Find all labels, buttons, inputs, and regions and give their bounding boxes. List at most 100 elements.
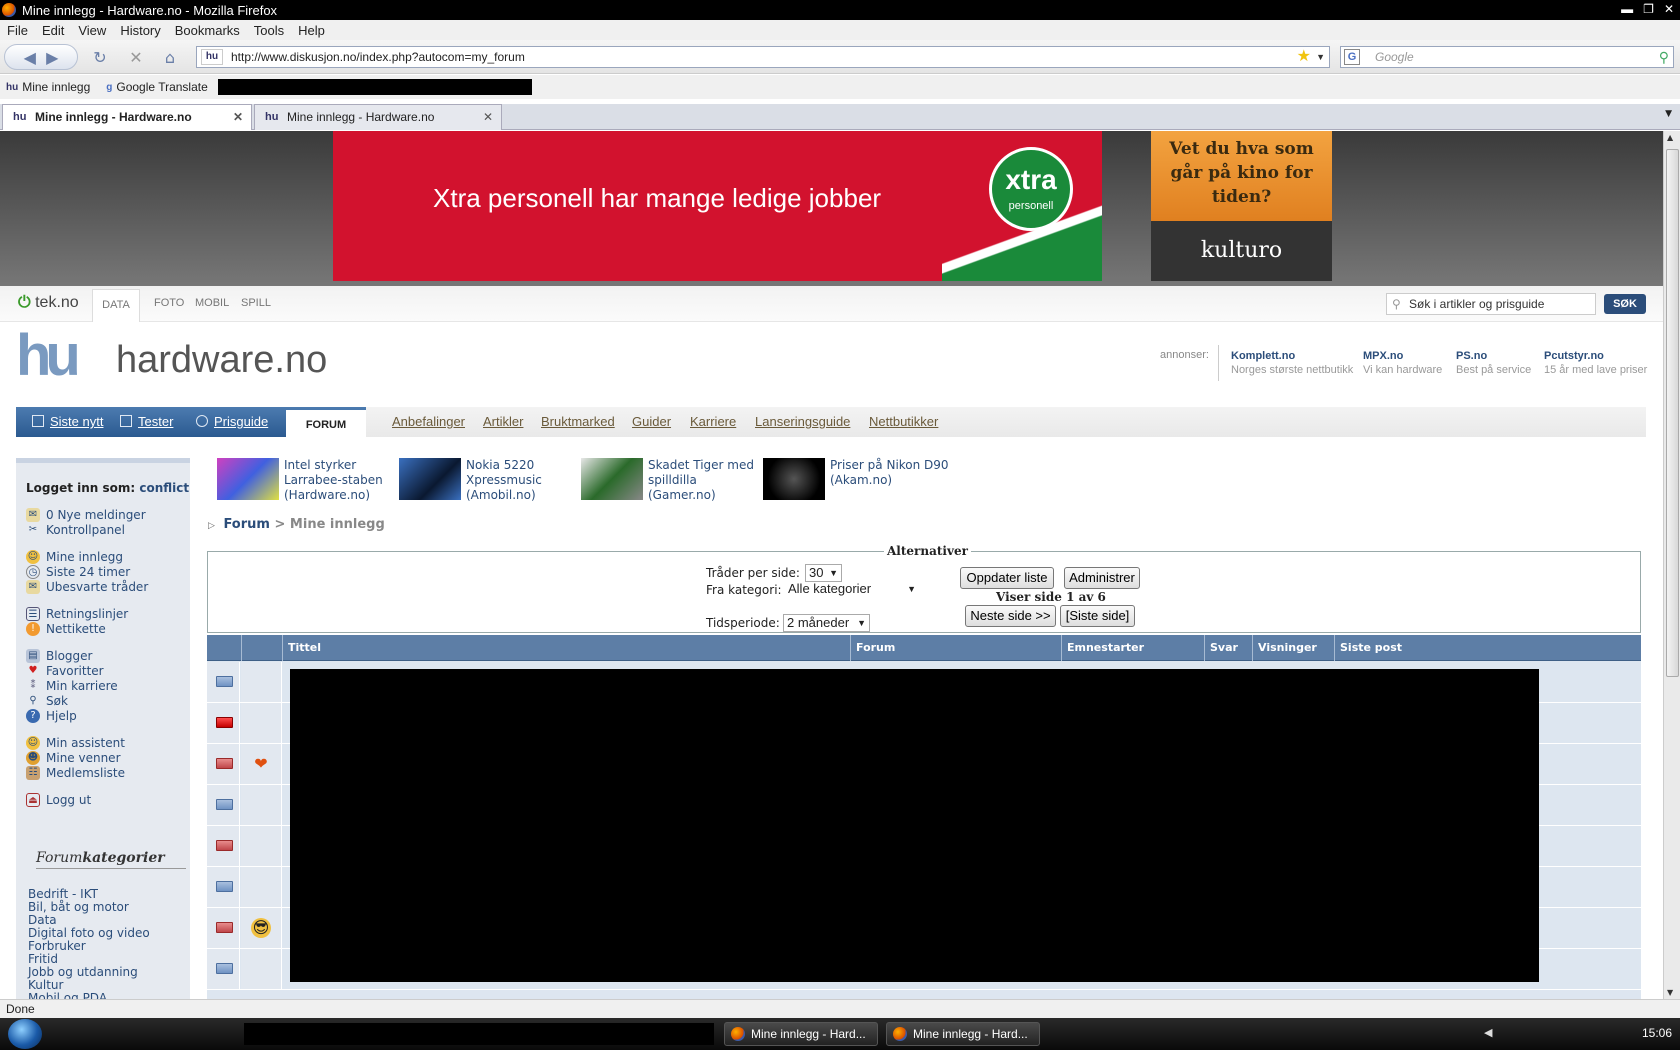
sidebar-nettikette[interactable]: ! Nettikette [26, 622, 106, 636]
subnav-karriere[interactable]: Karriere [690, 414, 736, 429]
tab-close-icon[interactable]: ✕ [233, 105, 243, 129]
category-link[interactable]: Bil, båt og motor [28, 900, 129, 914]
sidebar-kontrollpanel[interactable]: ✂ Kontrollpanel [26, 523, 125, 537]
col-views[interactable]: Visninger [1252, 635, 1334, 661]
sidebar-ubesvarte-trader[interactable]: ✉ Ubesvarte tråder [26, 580, 148, 594]
last-page-button[interactable]: [Siste side] [1060, 605, 1135, 627]
close-icon[interactable]: ✕ [1664, 2, 1674, 16]
menu-view[interactable]: View [71, 23, 113, 38]
bookmark-star-icon[interactable]: ★ [1297, 47, 1311, 67]
col-forum[interactable]: Forum [850, 635, 1061, 661]
nav-prisguide[interactable]: Prisguide [196, 414, 268, 429]
ad-kultur-banner[interactable]: Vet du hva som går på kino for tiden? ku… [1151, 131, 1332, 281]
breadcrumb-forum-link[interactable]: Forum [223, 517, 270, 532]
subnav-bruktmarked[interactable]: Bruktmarked [541, 414, 615, 429]
subnav-nettbutikker[interactable]: Nettbutikker [869, 414, 938, 429]
menu-help[interactable]: Help [291, 23, 332, 38]
subnav-guider[interactable]: Guider [632, 414, 671, 429]
section-spill[interactable]: SPILL [241, 297, 271, 309]
menu-tools[interactable]: Tools [247, 23, 291, 38]
forward-icon[interactable]: ▶ [46, 48, 58, 67]
sponsor-mpx[interactable]: MPX.no Vi kan hardware [1363, 349, 1442, 377]
category-link[interactable]: Digital foto og video [28, 926, 150, 940]
subnav-artikler[interactable]: Artikler [483, 414, 523, 429]
category-link[interactable]: Mobil og PDA [28, 991, 107, 999]
category-link[interactable]: Bedrift - IKT [28, 887, 98, 901]
category-link[interactable]: Fritid [28, 952, 58, 966]
menu-bookmarks[interactable]: Bookmarks [168, 23, 247, 38]
taskbar-item[interactable]: Mine innlegg - Hard... [724, 1022, 878, 1046]
restore-icon[interactable]: ❐ [1643, 2, 1654, 16]
sponsor-ps[interactable]: PS.no Best på service [1456, 349, 1531, 377]
ad-xtra-banner[interactable]: Xtra personell har mange ledige jobber x… [333, 131, 1102, 281]
menu-edit[interactable]: Edit [35, 23, 71, 38]
tab-close-icon[interactable]: ✕ [483, 105, 493, 129]
nav-forum-active[interactable]: FORUM [286, 410, 366, 437]
home-icon[interactable]: ⌂ [158, 45, 182, 69]
sidebar-retningslinjer[interactable]: ☰ Retningslinjer [26, 607, 128, 621]
subnav-lanseringsguide[interactable]: Lanseringsguide [755, 414, 850, 429]
col-topic-starter[interactable]: Emnestarter [1061, 635, 1204, 661]
sidebar-siste-24-timer[interactable]: ◷ Siste 24 timer [26, 565, 130, 579]
category-link[interactable]: Data [28, 913, 57, 927]
sponsor-pcutstyr[interactable]: Pcutstyr.no 15 år med lave priser [1544, 349, 1647, 377]
back-icon[interactable]: ◀ [24, 48, 36, 67]
bookmark-mine-innlegg[interactable]: hu Mine innlegg [6, 80, 90, 94]
hardware-logo[interactable]: hu hardware.no [16, 327, 327, 403]
tek-logo[interactable]: ⏻ tek.no [18, 294, 79, 312]
sidebar-hjelp[interactable]: ? Hjelp [26, 709, 77, 723]
minimize-icon[interactable]: ▬ [1621, 2, 1633, 16]
sidebar-blogger[interactable]: ▤ Blogger [26, 649, 92, 663]
threads-per-page-select[interactable]: 30 ▼ [805, 564, 842, 582]
sponsor-komplett[interactable]: Komplett.no Norges største nettbutikk [1231, 349, 1353, 377]
next-page-button[interactable]: Neste side >> [965, 605, 1056, 627]
url-bar[interactable]: hu http://www.diskusjon.no/index.php?aut… [196, 46, 1330, 68]
vertical-scrollbar[interactable]: ▲ ▼ [1663, 131, 1680, 999]
sidebar-favoritter[interactable]: ♥ Favoritter [26, 664, 104, 678]
scroll-down-icon[interactable]: ▼ [1667, 988, 1673, 997]
sidebar-mine-innlegg[interactable]: ☺ Mine innlegg [26, 550, 123, 564]
search-box[interactable]: G Google ⚲ [1340, 46, 1674, 68]
bookmark-google-translate[interactable]: g Google Translate [106, 80, 208, 94]
tab-inactive[interactable]: hu Mine innlegg - Hardware.no ✕ [254, 104, 502, 130]
section-mobil[interactable]: MOBIL [195, 297, 229, 309]
update-list-button[interactable]: Oppdater liste [960, 567, 1054, 589]
start-button[interactable] [8, 1019, 42, 1049]
sidebar-mine-venner[interactable]: ☻ Mine venner [26, 751, 121, 765]
section-foto[interactable]: FOTO [154, 297, 184, 309]
sidebar-medlemsliste[interactable]: ☷ Medlemsliste [26, 766, 125, 780]
scrollbar-thumb[interactable] [1666, 149, 1679, 677]
tab-list-icon[interactable]: ▼ [1665, 109, 1672, 119]
col-replies[interactable]: Svar [1204, 635, 1252, 661]
username-link[interactable]: conflict [139, 481, 189, 495]
tab-active[interactable]: hu Mine innlegg - Hardware.no ✕ [2, 104, 252, 130]
nav-tester[interactable]: Tester [120, 414, 173, 429]
category-link[interactable]: Kultur [28, 978, 63, 992]
section-data[interactable]: DATA [92, 289, 140, 322]
taskbar-item[interactable]: Mine innlegg - Hard... [886, 1022, 1040, 1046]
subnav-anbefalinger[interactable]: Anbefalinger [392, 414, 465, 429]
search-icon[interactable]: ⚲ [1659, 47, 1669, 67]
google-icon[interactable]: G [1344, 49, 1360, 65]
site-search-input[interactable]: ⚲ Søk i artikler og prisguide [1386, 293, 1596, 315]
site-search-button[interactable]: SØK [1604, 294, 1646, 314]
sidebar-nye-meldinger[interactable]: ✉ 0 Nye meldinger [26, 508, 146, 522]
clock[interactable]: 15:06 [1642, 1026, 1672, 1040]
administer-button[interactable]: Administrer [1064, 567, 1140, 589]
sidebar-sok[interactable]: ⚲ Søk [26, 694, 68, 708]
nav-siste-nytt[interactable]: Siste nytt [32, 414, 103, 429]
reload-icon[interactable]: ↻ [88, 45, 112, 69]
menu-file[interactable]: File [0, 23, 35, 38]
col-title[interactable]: Tittel [282, 635, 810, 661]
sidebar-logg-ut[interactable]: ⏏ Logg ut [26, 793, 91, 807]
category-select[interactable]: Alle kategorier ▼ [785, 581, 919, 599]
col-last-post[interactable]: Siste post [1334, 635, 1641, 661]
scroll-up-icon[interactable]: ▲ [1667, 133, 1673, 142]
back-forward-buttons[interactable]: ◀ ▶ [4, 44, 78, 70]
stop-icon[interactable]: ✕ [124, 45, 148, 69]
menu-history[interactable]: History [113, 23, 167, 38]
category-link[interactable]: Forbruker [28, 939, 86, 953]
url-dropdown-icon[interactable]: ▼ [1316, 47, 1325, 67]
tray-expand-icon[interactable]: ◀ [1484, 1026, 1492, 1039]
sidebar-min-assistent[interactable]: ☺ Min assistent [26, 736, 125, 750]
